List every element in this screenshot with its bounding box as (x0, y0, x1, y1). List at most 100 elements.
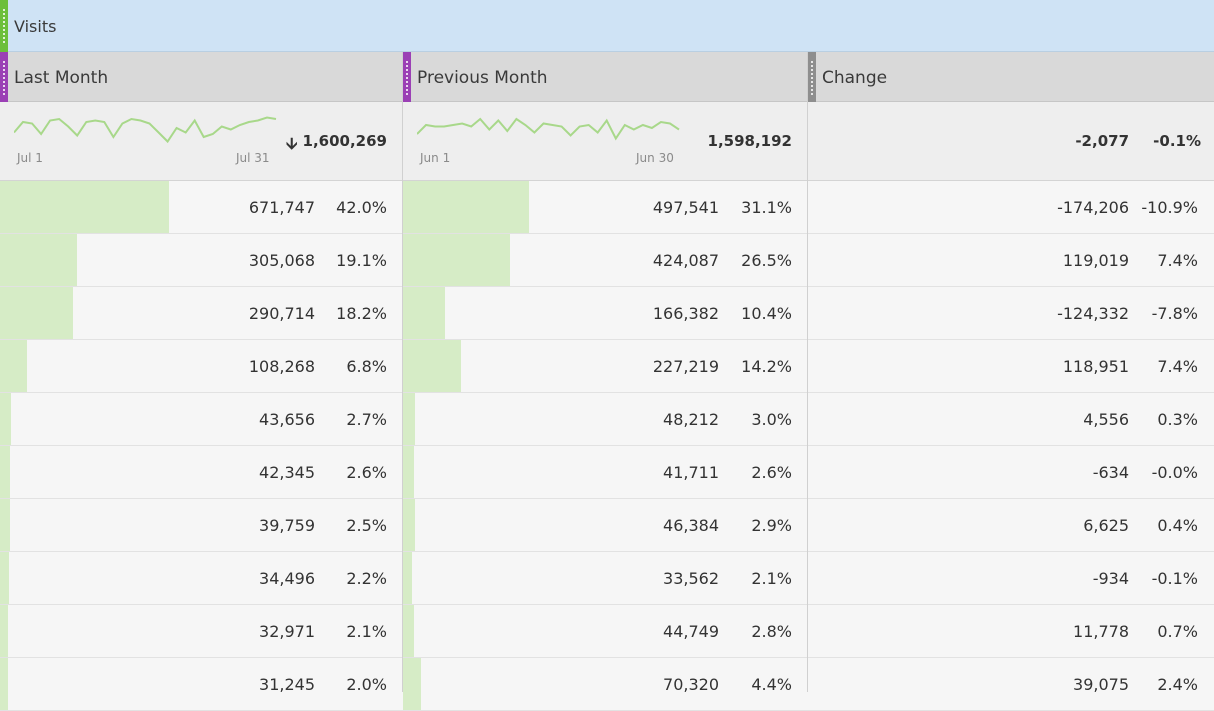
cell-value: -934 (1092, 569, 1129, 588)
table-cell[interactable]: 48,212 3.0% (403, 393, 808, 445)
table-cell[interactable]: -634 -0.0% (808, 446, 1214, 498)
column-drag-handle[interactable] (808, 52, 816, 102)
table-cell[interactable]: 32,971 2.1% (0, 605, 403, 657)
share-bar (403, 234, 511, 286)
column-drag-handle[interactable] (0, 52, 8, 102)
table-row[interactable]: 108,268 6.8% 227,219 14.2% 118,951 7.4% (0, 340, 1214, 393)
cell-value: 118,951 (1062, 357, 1129, 376)
cell-value: -124,332 (1057, 304, 1129, 323)
cell-percent: 6.8% (346, 357, 387, 376)
table-cell[interactable]: 46,384 2.9% (403, 499, 808, 551)
cell-value: 34,496 (259, 569, 315, 588)
table-row[interactable]: 32,971 2.1% 44,749 2.8% 11,778 0.7% (0, 605, 1214, 658)
table-row[interactable]: 42,345 2.6% 41,711 2.6% -634 -0.0% (0, 446, 1214, 499)
cell-value: 6,625 (1083, 516, 1129, 535)
share-bar (0, 234, 77, 286)
summary-total: 1,598,192 (707, 132, 792, 150)
table-cell[interactable]: 34,496 2.2% (0, 552, 403, 604)
cell-value: 497,541 (652, 198, 719, 217)
cell-value: -634 (1092, 463, 1129, 482)
table-row[interactable]: 34,496 2.2% 33,562 2.1% -934 -0.1% (0, 552, 1214, 605)
share-bar (403, 287, 446, 339)
sparkline-end-label: Jun 30 (636, 151, 674, 165)
share-bar (0, 658, 9, 710)
table-row[interactable]: 290,714 18.2% 166,382 10.4% -124,332 -7.8% (0, 287, 1214, 340)
table-cell[interactable]: 39,759 2.5% (0, 499, 403, 551)
sparkline-line (14, 116, 277, 144)
table-cell[interactable]: -174,206 -10.9% (808, 181, 1214, 233)
table-cell[interactable]: -934 -0.1% (808, 552, 1214, 604)
table-cell[interactable]: 33,562 2.1% (403, 552, 808, 604)
cell-percent: 3.0% (751, 410, 792, 429)
metric-header[interactable]: Visits (0, 0, 1214, 52)
cell-value: 70,320 (663, 675, 719, 694)
table-row[interactable]: 39,759 2.5% 46,384 2.9% 6,625 0.4% (0, 499, 1214, 552)
table-cell[interactable]: -124,332 -7.8% (808, 287, 1214, 339)
table-cell[interactable]: 118,951 7.4% (808, 340, 1214, 392)
cell-value: 305,068 (248, 251, 315, 270)
table-row[interactable]: 305,068 19.1% 424,087 26.5% 119,019 7.4% (0, 234, 1214, 287)
column-header-previous-month[interactable]: Previous Month (403, 52, 808, 102)
grip-icon (3, 8, 5, 44)
summary-change-value: -2,077 (1075, 132, 1129, 150)
table-cell[interactable]: 43,656 2.7% (0, 393, 403, 445)
table-cell[interactable]: 41,711 2.6% (403, 446, 808, 498)
cell-percent: 2.5% (346, 516, 387, 535)
table-cell[interactable]: 11,778 0.7% (808, 605, 1214, 657)
table-cell[interactable]: 6,625 0.4% (808, 499, 1214, 551)
table-cell[interactable]: 42,345 2.6% (0, 446, 403, 498)
cell-percent: 4.4% (751, 675, 792, 694)
metric-drag-handle[interactable] (0, 0, 8, 52)
table-cell[interactable]: 424,087 26.5% (403, 234, 808, 286)
sparkline-last-month (14, 116, 277, 144)
cell-value: 424,087 (652, 251, 719, 270)
column-header-last-month[interactable]: Last Month (0, 52, 403, 102)
table-cell[interactable]: 290,714 18.2% (0, 287, 403, 339)
table-row[interactable]: 671,747 42.0% 497,541 31.1% -174,206 -10.9% (0, 181, 1214, 234)
table-cell[interactable]: 166,382 10.4% (403, 287, 808, 339)
column-divider (807, 52, 808, 692)
cell-value: 227,219 (652, 357, 719, 376)
cell-percent: 2.7% (346, 410, 387, 429)
table-row[interactable]: 43,656 2.7% 48,212 3.0% 4,556 0.3% (0, 393, 1214, 446)
column-label: Last Month (14, 68, 109, 88)
share-bar (403, 340, 461, 392)
table-row[interactable]: 31,245 2.0% 70,320 4.4% 39,075 2.4% (0, 658, 1214, 711)
column-label: Previous Month (417, 68, 548, 88)
table-cell[interactable]: 39,075 2.4% (808, 658, 1214, 710)
table-cell[interactable]: 497,541 31.1% (403, 181, 808, 233)
cell-value: 44,749 (663, 622, 719, 641)
table-cell[interactable]: 44,749 2.8% (403, 605, 808, 657)
cell-percent: 2.2% (346, 569, 387, 588)
cell-value: 33,562 (663, 569, 719, 588)
cell-value: 671,747 (248, 198, 315, 217)
share-bar (0, 181, 170, 233)
cell-value: 31,245 (259, 675, 315, 694)
cell-percent: 2.6% (751, 463, 792, 482)
cell-percent: 2.4% (1157, 675, 1198, 694)
table-cell[interactable]: 227,219 14.2% (403, 340, 808, 392)
grip-icon (811, 60, 813, 96)
table-cell[interactable]: 4,556 0.3% (808, 393, 1214, 445)
table-cell[interactable]: 31,245 2.0% (0, 658, 403, 710)
cell-value: -174,206 (1057, 198, 1129, 217)
cell-percent: 0.4% (1157, 516, 1198, 535)
summary-change: -2,077 -0.1% (808, 102, 1214, 180)
column-header-change[interactable]: Change (808, 52, 1214, 102)
cell-percent: 7.4% (1157, 251, 1198, 270)
table-cell[interactable]: 108,268 6.8% (0, 340, 403, 392)
cell-value: 119,019 (1062, 251, 1129, 270)
table-cell[interactable]: 119,019 7.4% (808, 234, 1214, 286)
table-cell[interactable]: 70,320 4.4% (403, 658, 808, 710)
summary-previous-month: Jun 1 Jun 30 1,598,192 (403, 102, 808, 180)
cell-percent: 31.1% (741, 198, 792, 217)
table-cell[interactable]: 671,747 42.0% (0, 181, 403, 233)
summary-last-month: Jul 1 Jul 31 🡫 1,600,269 (0, 102, 403, 180)
table-cell[interactable]: 305,068 19.1% (0, 234, 403, 286)
summary-total: 1,600,269 (302, 132, 387, 150)
column-drag-handle[interactable] (403, 52, 411, 102)
share-bar (403, 605, 415, 657)
cell-percent: 10.4% (741, 304, 792, 323)
cell-value: 4,556 (1083, 410, 1129, 429)
cell-value: 108,268 (248, 357, 315, 376)
